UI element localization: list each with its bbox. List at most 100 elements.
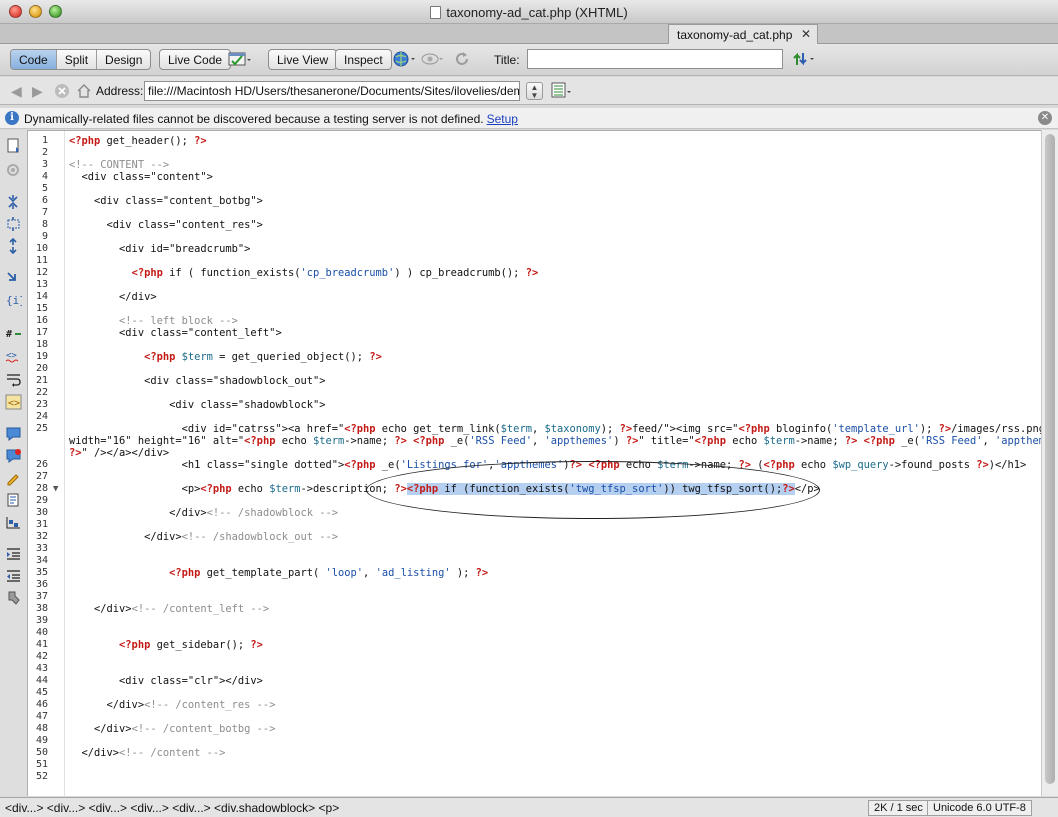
code-line[interactable]: 40: [28, 627, 1041, 639]
apply-comment-icon[interactable]: [5, 426, 22, 442]
code-line[interactable]: 51: [28, 759, 1041, 771]
info-message-text: Dynamically-related files cannot be disc…: [24, 112, 484, 126]
code-line[interactable]: 36: [28, 579, 1041, 591]
recent-snippets-icon[interactable]: [5, 492, 22, 508]
collapse-selection-icon[interactable]: [5, 216, 22, 232]
code-line[interactable]: 25 <div id="catrss"><a href="<?php echo …: [28, 423, 1041, 435]
inspect-button[interactable]: Inspect: [335, 49, 392, 70]
vertical-scrollbar[interactable]: [1041, 130, 1058, 796]
code-line[interactable]: 45: [28, 687, 1041, 699]
select-parent-tag-icon[interactable]: [5, 270, 22, 286]
address-history-stepper[interactable]: ▲ ▼: [526, 82, 543, 100]
code-line[interactable]: 2: [28, 147, 1041, 159]
code-line[interactable]: 33: [28, 543, 1041, 555]
code-line[interactable]: 10 <div id="breadcrumb">: [28, 243, 1041, 255]
code-line[interactable]: 31: [28, 519, 1041, 531]
expand-all-icon[interactable]: [5, 238, 22, 254]
code-line[interactable]: 14 </div>: [28, 291, 1041, 303]
code-line[interactable]: 22: [28, 387, 1041, 399]
live-code-button[interactable]: Live Code: [159, 49, 232, 70]
code-line[interactable]: 3 <!-- CONTENT -->: [28, 159, 1041, 171]
code-text: </div>: [69, 291, 157, 303]
encoding-indicator[interactable]: Unicode 6.0 UTF-8: [927, 800, 1032, 816]
code-line[interactable]: 7: [28, 207, 1041, 219]
setup-link[interactable]: Setup: [487, 112, 518, 126]
fold-triangle-icon[interactable]: ▼: [53, 483, 58, 495]
file-management-icon[interactable]: [792, 51, 816, 67]
outdent-code-icon[interactable]: [5, 568, 22, 584]
code-line[interactable]: 42: [28, 651, 1041, 663]
code-line[interactable]: 11: [28, 255, 1041, 267]
code-line[interactable]: 9: [28, 231, 1041, 243]
balance-braces-icon[interactable]: {i}: [5, 292, 22, 308]
check-browser-compatibility-icon[interactable]: [228, 51, 252, 67]
syntax-coloring-icon[interactable]: <>: [5, 394, 22, 410]
split-view-button[interactable]: Split: [57, 50, 98, 69]
code-line[interactable]: 19 <?php $term = get_queried_object(); ?…: [28, 351, 1041, 363]
home-icon[interactable]: [76, 83, 92, 99]
stop-icon[interactable]: [54, 83, 70, 99]
code-line[interactable]: 13: [28, 279, 1041, 291]
code-line[interactable]: 49: [28, 735, 1041, 747]
code-line[interactable]: 35 <?php get_template_part( 'loop', 'ad_…: [28, 567, 1041, 579]
code-line[interactable]: 34: [28, 555, 1041, 567]
wrap-tag-icon[interactable]: [5, 470, 22, 486]
code-view-button[interactable]: Code: [11, 50, 57, 69]
remove-comment-icon[interactable]: [5, 448, 22, 464]
word-wrap-icon[interactable]: [5, 372, 22, 388]
code-line[interactable]: 12 <?php if ( function_exists('cp_breadc…: [28, 267, 1041, 279]
code-line[interactable]: 17 <div class="content_left">: [28, 327, 1041, 339]
code-line[interactable]: 37: [28, 591, 1041, 603]
document-tab-strip: taxonomy-ad_cat.php ✕: [0, 24, 1058, 45]
browser-navigation-options-icon[interactable]: [551, 82, 573, 98]
tag-selector[interactable]: <div...> <div...> <div...> <div...> <div…: [5, 801, 339, 815]
code-line[interactable]: ?>" /></a></div>: [28, 447, 1041, 459]
visual-aids-eye-icon[interactable]: [421, 51, 445, 67]
code-line[interactable]: 50 </div><!-- /content -->: [28, 747, 1041, 759]
code-line[interactable]: 23 <div class="shadowblock">: [28, 399, 1041, 411]
code-line[interactable]: 41 <?php get_sidebar(); ?>: [28, 639, 1041, 651]
code-line[interactable]: 1 <?php get_header(); ?>: [28, 135, 1041, 147]
code-line[interactable]: 32 </div><!-- /shadowblock_out -->: [28, 531, 1041, 543]
code-line[interactable]: 39: [28, 615, 1041, 627]
code-line[interactable]: 38 </div><!-- /content_left -->: [28, 603, 1041, 615]
title-input[interactable]: [527, 49, 783, 69]
code-line[interactable]: 44 <div class="clr"></div>: [28, 675, 1041, 687]
refresh-icon[interactable]: [453, 51, 471, 67]
indent-code-icon[interactable]: [5, 546, 22, 562]
document-tab[interactable]: taxonomy-ad_cat.php ✕: [668, 24, 818, 45]
line-numbers-icon[interactable]: #: [5, 326, 22, 342]
code-line[interactable]: 16 <!-- left block -->: [28, 315, 1041, 327]
code-line[interactable]: 48 </div><!-- /content_botbg -->: [28, 723, 1041, 735]
design-view-button[interactable]: Design: [97, 50, 150, 69]
show-code-navigator-icon[interactable]: [5, 162, 22, 178]
code-line[interactable]: width="16" height="16" alt="<?php echo $…: [28, 435, 1041, 447]
code-line[interactable]: 15: [28, 303, 1041, 315]
code-line[interactable]: 5: [28, 183, 1041, 195]
code-line[interactable]: 4 <div class="content">: [28, 171, 1041, 183]
address-input[interactable]: file:///Macintosh HD/Users/thesanerone/D…: [144, 81, 520, 101]
forward-arrow-icon[interactable]: ▶: [32, 83, 43, 100]
live-view-button[interactable]: Live View: [268, 49, 338, 70]
code-line[interactable]: 24: [28, 411, 1041, 423]
open-documents-icon[interactable]: [5, 138, 22, 154]
move-css-icon[interactable]: [5, 514, 22, 530]
code-line[interactable]: 20: [28, 363, 1041, 375]
code-line[interactable]: 6 <div class="content_botbg">: [28, 195, 1041, 207]
code-line[interactable]: 52: [28, 771, 1041, 783]
preview-in-browser-globe-icon[interactable]: [393, 51, 417, 67]
format-source-code-icon[interactable]: [5, 590, 22, 606]
tab-close-icon[interactable]: ✕: [801, 27, 811, 41]
code-line[interactable]: 46 </div><!-- /content_res -->: [28, 699, 1041, 711]
highlight-invalid-code-icon[interactable]: <>: [5, 348, 22, 364]
code-editor[interactable]: 1 <?php get_header(); ?> 2 3 <!-- CONTENT --…: [28, 130, 1041, 796]
code-line[interactable]: 21 <div class="shadowblock_out">: [28, 375, 1041, 387]
back-arrow-icon[interactable]: ◀: [11, 83, 22, 100]
code-line[interactable]: 18: [28, 339, 1041, 351]
code-line[interactable]: 43: [28, 663, 1041, 675]
collapse-full-tag-icon[interactable]: [5, 194, 22, 210]
code-line[interactable]: 47: [28, 711, 1041, 723]
info-bar-close-icon[interactable]: ✕: [1038, 111, 1052, 125]
code-line[interactable]: 8 <div class="content_res">: [28, 219, 1041, 231]
scrollbar-thumb[interactable]: [1045, 134, 1055, 784]
